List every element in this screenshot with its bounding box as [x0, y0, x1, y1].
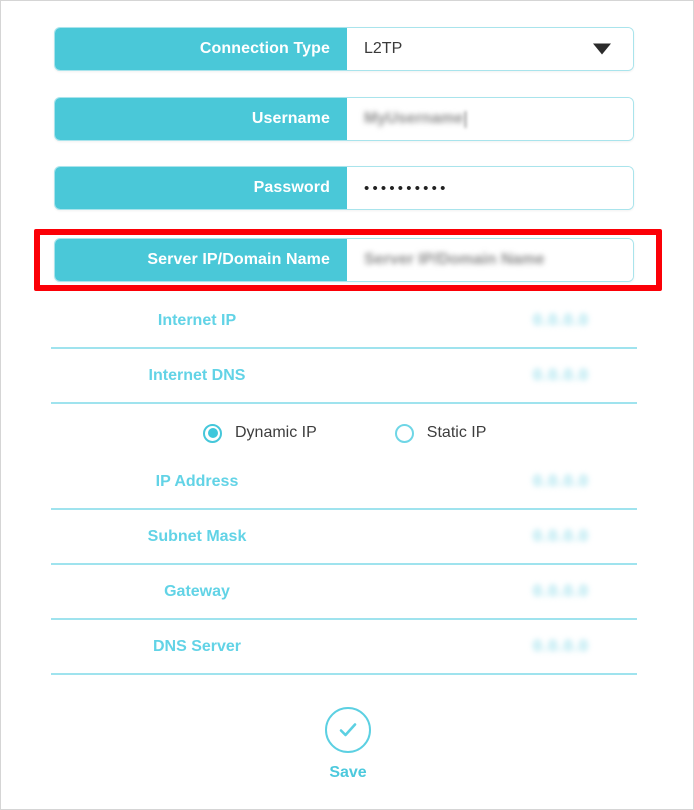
- value-username: MyUsername: [364, 110, 464, 127]
- radio-selected-dot: [207, 428, 218, 438]
- label-connection-type: Connection Type: [55, 28, 347, 70]
- radio-dynamic-ip-icon[interactable]: [203, 423, 222, 443]
- radio-static-ip-icon[interactable]: [394, 423, 414, 443]
- value-internet-dns: 0.0.0.0: [533, 367, 589, 384]
- field-row-connection-type[interactable]: Connection Type L2TP: [54, 27, 634, 71]
- label-subnet-mask: Subnet Mask: [147, 528, 247, 545]
- check-circle-icon[interactable]: [325, 707, 371, 753]
- value-ip-address: 0.0.0.0: [533, 473, 589, 490]
- value-wrap-ip-address: 0.0.0.0: [343, 473, 637, 491]
- router-wan-settings-panel: Connection Type L2TP Username MyUsername…: [0, 0, 694, 810]
- value-wrap-gateway: 0.0.0.0: [343, 583, 637, 601]
- label-internet-dns: Internet DNS: [148, 367, 246, 384]
- info-row-subnet-mask: Subnet Mask 0.0.0.0: [51, 511, 637, 565]
- radio-dynamic-ip[interactable]: Dynamic IP: [203, 423, 317, 443]
- info-row-internet-dns: Internet DNS 0.0.0.0: [51, 350, 637, 404]
- chevron-down-icon[interactable]: [593, 43, 611, 55]
- radio-dynamic-ip-label: Dynamic IP: [235, 424, 317, 441]
- input-password[interactable]: ••••••••••: [347, 167, 633, 209]
- value-wrap-internet-ip: 0.0.0.0: [343, 312, 637, 330]
- text-caret: [464, 110, 467, 128]
- value-gateway: 0.0.0.0: [533, 583, 589, 600]
- radio-static-ip-label: Static IP: [426, 424, 487, 441]
- value-password: ••••••••••: [364, 179, 449, 197]
- save-button-label: Save: [329, 764, 367, 781]
- info-row-dns-server: DNS Server 0.0.0.0: [51, 621, 637, 675]
- value-connection-type: L2TP: [364, 40, 403, 57]
- input-username[interactable]: MyUsername: [347, 98, 633, 140]
- field-row-server-ip-domain-name[interactable]: Server IP/Domain Name Server IP/Domain N…: [54, 238, 634, 282]
- label-username: Username: [55, 98, 347, 140]
- label-ip-address: IP Address: [155, 473, 239, 490]
- label-password: Password: [55, 167, 347, 209]
- field-row-password[interactable]: Password ••••••••••: [54, 166, 634, 210]
- info-row-gateway: Gateway 0.0.0.0: [51, 566, 637, 620]
- info-row-internet-ip: Internet IP 0.0.0.0: [51, 295, 637, 349]
- label-server-ip-domain-name: Server IP/Domain Name: [55, 239, 347, 281]
- value-subnet-mask: 0.0.0.0: [533, 528, 589, 545]
- save-button[interactable]: Save: [1, 707, 694, 782]
- info-row-ip-address: IP Address 0.0.0.0: [51, 456, 637, 510]
- value-wrap-internet-dns: 0.0.0.0: [343, 367, 637, 385]
- select-connection-type[interactable]: L2TP: [347, 28, 633, 70]
- label-gateway: Gateway: [164, 583, 230, 600]
- radio-static-ip[interactable]: Static IP: [394, 423, 487, 443]
- value-wrap-dns-server: 0.0.0.0: [343, 638, 637, 656]
- value-internet-ip: 0.0.0.0: [533, 312, 589, 329]
- label-internet-ip: Internet IP: [157, 312, 237, 329]
- input-server-ip-domain-name[interactable]: Server IP/Domain Name: [347, 239, 633, 281]
- value-wrap-subnet-mask: 0.0.0.0: [343, 528, 637, 546]
- placeholder-server-ip-domain-name: Server IP/Domain Name: [364, 251, 545, 268]
- field-row-username[interactable]: Username MyUsername: [54, 97, 634, 141]
- ip-mode-radio-group: Dynamic IP Static IP: [51, 409, 637, 457]
- label-dns-server: DNS Server: [152, 638, 242, 655]
- value-dns-server: 0.0.0.0: [533, 638, 589, 655]
